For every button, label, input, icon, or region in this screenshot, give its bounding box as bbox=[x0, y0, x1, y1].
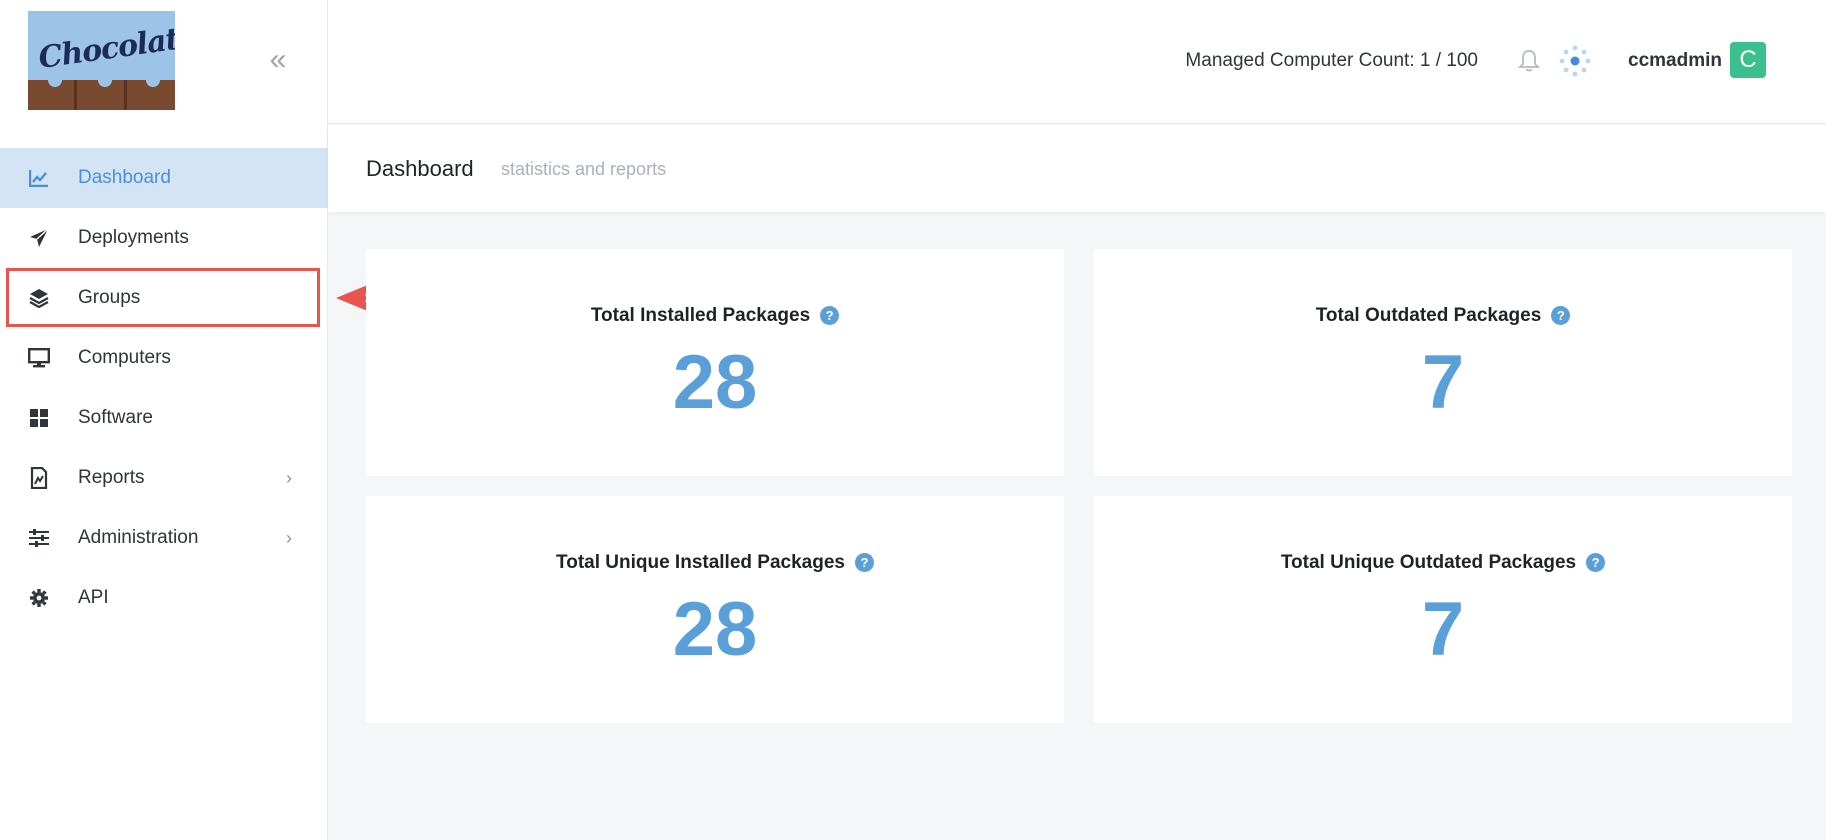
help-icon[interactable]: ? bbox=[820, 306, 840, 325]
loading-spinner-icon[interactable] bbox=[1558, 44, 1592, 78]
chevron-right-icon: › bbox=[286, 528, 292, 548]
sidebar-item-label: Dashboard bbox=[78, 167, 171, 188]
card-title-text: Total Unique Installed Packages bbox=[556, 552, 845, 573]
help-icon[interactable]: ? bbox=[854, 553, 874, 572]
sidebar-item-administration[interactable]: Administration › bbox=[0, 508, 328, 568]
sidebar-item-dashboard[interactable]: Dashboard bbox=[0, 148, 328, 208]
page-title: Dashboard bbox=[366, 156, 474, 181]
sliders-icon bbox=[28, 527, 50, 549]
sidebar-nav: Dashboard Deployments Groups Computers S… bbox=[0, 148, 328, 628]
sidebar-item-api[interactable]: API bbox=[0, 568, 328, 628]
sidebar-item-deployments[interactable]: Deployments bbox=[0, 208, 328, 268]
card-title-text: Total Installed Packages bbox=[590, 305, 811, 326]
top-bar: Managed Computer Count: 1 / 100 ccmadmin… bbox=[328, 0, 1826, 124]
card-title: Total Unique Installed Packages? bbox=[366, 552, 1064, 574]
sidebar-item-reports[interactable]: Reports › bbox=[0, 448, 328, 508]
managed-computer-count: Managed Computer Count: 1 / 100 bbox=[1185, 50, 1478, 71]
avatar[interactable]: C bbox=[1730, 42, 1766, 78]
card-title-text: Total Outdated Packages bbox=[1315, 305, 1542, 326]
gear-icon bbox=[28, 587, 50, 609]
sidebar-item-label: API bbox=[78, 587, 109, 608]
report-icon bbox=[28, 467, 50, 489]
grid-icon bbox=[28, 407, 50, 429]
help-icon[interactable]: ? bbox=[1586, 553, 1606, 572]
double-chevron-left-icon: « bbox=[269, 43, 287, 76]
sidebar-item-software[interactable]: Software bbox=[0, 388, 328, 448]
card-value: 28 bbox=[672, 340, 758, 425]
chocolatey-logo[interactable]: Chocolatey bbox=[28, 11, 175, 110]
sidebar-item-label: Reports bbox=[78, 467, 145, 488]
page-header: Dashboard statistics and reports bbox=[328, 125, 1826, 212]
help-icon[interactable]: ? bbox=[1551, 306, 1571, 325]
sidebar-item-computers[interactable]: Computers bbox=[0, 328, 328, 388]
bell-icon[interactable] bbox=[1516, 48, 1542, 74]
layers-icon bbox=[28, 287, 50, 309]
card-value: 7 bbox=[1421, 587, 1465, 672]
monitor-icon bbox=[28, 347, 50, 369]
logo-chocolate-divider bbox=[74, 80, 77, 110]
logo-wordmark: Chocolatey bbox=[36, 16, 175, 77]
sidebar-item-label: Groups bbox=[78, 287, 141, 308]
paper-plane-icon bbox=[28, 227, 50, 249]
card-value: 28 bbox=[672, 587, 758, 672]
card-title: Total Installed Packages? bbox=[366, 305, 1064, 327]
sidebar-item-label: Deployments bbox=[78, 227, 189, 248]
sidebar: Chocolatey « Dashboard Deployments Group… bbox=[0, 0, 328, 840]
card-title-text: Total Unique Outdated Packages bbox=[1280, 552, 1577, 573]
logo-chocolate-divider bbox=[124, 80, 127, 110]
page-subtitle: statistics and reports bbox=[501, 159, 667, 179]
card-value: 7 bbox=[1421, 340, 1465, 425]
sidebar-item-groups[interactable]: Groups bbox=[0, 268, 328, 328]
stat-card-total-installed: Total Installed Packages? 28 bbox=[366, 249, 1064, 476]
card-title: Total Outdated Packages? bbox=[1094, 305, 1792, 327]
collapse-sidebar-button[interactable]: « bbox=[262, 44, 294, 76]
stat-card-unique-outdated: Total Unique Outdated Packages? 7 bbox=[1094, 496, 1792, 723]
chart-line-icon bbox=[28, 167, 50, 189]
stat-card-unique-installed: Total Unique Installed Packages? 28 bbox=[366, 496, 1064, 723]
sidebar-item-label: Administration bbox=[78, 527, 199, 548]
sidebar-item-label: Software bbox=[78, 407, 153, 428]
username[interactable]: ccmadmin bbox=[1628, 50, 1722, 72]
card-title: Total Unique Outdated Packages? bbox=[1094, 552, 1792, 574]
sidebar-item-label: Computers bbox=[78, 347, 171, 368]
stat-card-total-outdated: Total Outdated Packages? 7 bbox=[1094, 249, 1792, 476]
chevron-right-icon: › bbox=[286, 468, 292, 488]
